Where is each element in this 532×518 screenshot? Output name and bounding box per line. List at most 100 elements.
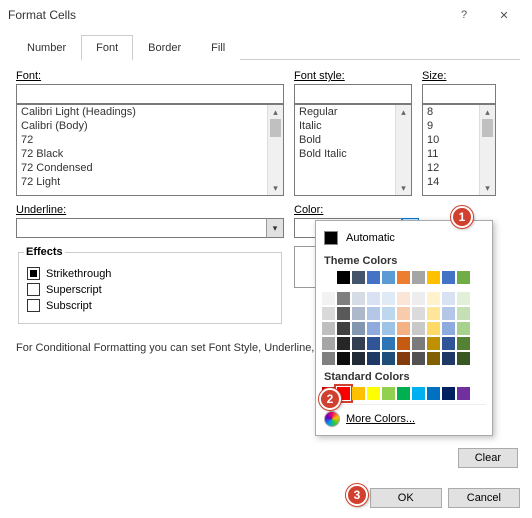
color-swatch[interactable] [397,337,410,350]
tab-number[interactable]: Number [12,35,81,60]
color-swatch[interactable] [352,307,365,320]
color-swatch[interactable] [427,292,440,305]
color-swatch[interactable] [427,352,440,365]
list-item[interactable]: Bold [295,133,411,147]
more-colors-option[interactable]: More Colors... [322,404,486,429]
color-swatch[interactable] [427,337,440,350]
size-list[interactable]: 8 9 10 11 12 14 ▴▾ [422,104,496,196]
underline-combo[interactable]: ▾ [16,218,284,238]
color-swatch[interactable] [352,337,365,350]
color-swatch[interactable] [412,322,425,335]
color-swatch[interactable] [382,337,395,350]
color-swatch[interactable] [367,271,380,284]
color-swatch[interactable] [337,352,350,365]
color-swatch[interactable] [337,337,350,350]
tab-border[interactable]: Border [133,35,196,60]
color-swatch[interactable] [457,271,470,284]
color-swatch[interactable] [352,387,365,400]
color-swatch[interactable] [397,307,410,320]
font-list[interactable]: Calibri Light (Headings) Calibri (Body) … [16,104,284,196]
list-item[interactable]: 72 Black [17,147,283,161]
color-swatch[interactable] [322,307,335,320]
color-swatch[interactable] [337,292,350,305]
color-swatch[interactable] [382,322,395,335]
color-swatch[interactable] [457,387,470,400]
color-swatch[interactable] [382,352,395,365]
color-swatch[interactable] [322,271,335,284]
color-swatch[interactable] [337,322,350,335]
automatic-option[interactable]: Automatic [322,227,486,249]
strikethrough-check[interactable]: Strikethrough [27,267,273,280]
color-swatch[interactable] [382,307,395,320]
color-swatch[interactable] [412,292,425,305]
color-swatch[interactable] [412,337,425,350]
superscript-check[interactable]: Superscript [27,283,273,296]
subscript-check[interactable]: Subscript [27,299,273,312]
list-item[interactable]: 72 Condensed [17,161,283,175]
color-swatch[interactable] [442,352,455,365]
list-item[interactable]: Calibri (Body) [17,119,283,133]
color-swatch[interactable] [427,322,440,335]
color-swatch[interactable] [427,387,440,400]
color-swatch[interactable] [412,271,425,284]
color-swatch[interactable] [367,292,380,305]
color-swatch[interactable] [397,387,410,400]
color-swatch[interactable] [457,352,470,365]
color-swatch[interactable] [322,352,335,365]
color-swatch[interactable] [397,292,410,305]
color-swatch[interactable] [427,271,440,284]
list-item[interactable]: Regular [295,105,411,119]
size-input[interactable] [422,84,496,104]
list-item[interactable]: Italic [295,119,411,133]
color-swatch[interactable] [367,387,380,400]
color-swatch[interactable] [427,307,440,320]
help-button[interactable]: ? [444,0,484,30]
color-swatch[interactable] [337,307,350,320]
color-swatch[interactable] [382,387,395,400]
color-swatch[interactable] [412,387,425,400]
color-swatch[interactable] [352,322,365,335]
color-swatch[interactable] [352,292,365,305]
color-swatch[interactable] [442,387,455,400]
color-swatch[interactable] [397,322,410,335]
list-item[interactable]: Bold Italic [295,147,411,161]
color-swatch[interactable] [412,352,425,365]
color-swatch[interactable] [367,307,380,320]
color-swatch[interactable] [442,271,455,284]
color-swatch[interactable] [352,352,365,365]
close-button[interactable]: ✕ [484,0,524,30]
color-swatch[interactable] [442,292,455,305]
list-item[interactable]: 72 Light [17,175,283,189]
color-swatch[interactable] [322,322,335,335]
color-swatch[interactable] [457,337,470,350]
color-swatch[interactable] [367,322,380,335]
chevron-down-icon[interactable]: ▾ [266,219,283,237]
clear-button[interactable]: Clear [458,448,518,468]
color-swatch[interactable] [382,292,395,305]
cancel-button[interactable]: Cancel [448,488,520,508]
color-swatch[interactable] [442,337,455,350]
color-swatch[interactable] [382,271,395,284]
scrollbar[interactable]: ▴▾ [479,105,495,195]
color-swatch[interactable] [442,307,455,320]
list-item[interactable]: 72 [17,133,283,147]
scrollbar[interactable]: ▴▾ [395,105,411,195]
color-swatch[interactable] [352,271,365,284]
color-swatch[interactable] [397,352,410,365]
color-swatch[interactable] [457,292,470,305]
font-input[interactable] [16,84,284,104]
tab-font[interactable]: Font [81,35,133,60]
color-swatch[interactable] [412,307,425,320]
color-swatch[interactable] [457,322,470,335]
fontstyle-list[interactable]: Regular Italic Bold Bold Italic ▴▾ [294,104,412,196]
scrollbar[interactable]: ▴▾ [267,105,283,195]
ok-button[interactable]: OK [370,488,442,508]
color-swatch[interactable] [322,337,335,350]
color-swatch[interactable] [367,352,380,365]
color-swatch[interactable] [367,337,380,350]
color-swatch[interactable] [397,271,410,284]
color-swatch[interactable] [322,292,335,305]
list-item[interactable]: Calibri Light (Headings) [17,105,283,119]
color-swatch[interactable] [442,322,455,335]
color-swatch[interactable] [337,271,350,284]
